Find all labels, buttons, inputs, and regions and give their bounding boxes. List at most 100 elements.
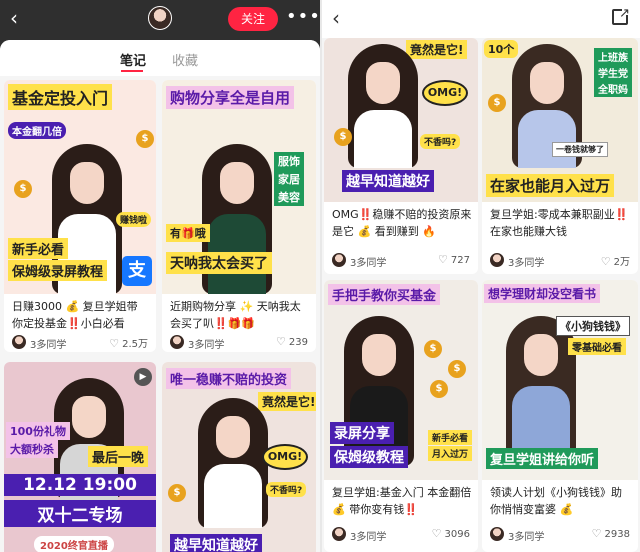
note-meta: 3多同学 ♡ 2万 [490, 252, 630, 269]
thumb-banner: 美容 [274, 188, 304, 206]
coin-icon: $ [424, 340, 442, 358]
author-avatar [170, 335, 184, 349]
author-name: 3多同学 [508, 532, 545, 543]
note-meta: 3多同学 ♡ 3096 [332, 526, 470, 543]
tab-collections[interactable]: 收藏 [172, 50, 198, 69]
thumb-banner: 学生党 [594, 64, 632, 81]
like-value: 3096 [444, 529, 470, 540]
thumb-banner: 有🎁哦 [166, 224, 210, 242]
notes-panel: 笔记 收藏 基金定投入门 本金翻几倍 $ $ 赚钱啦 新手必看 保姆级录屏教程 … [0, 40, 320, 552]
author-name: 3多同学 [188, 340, 225, 351]
note-card[interactable]: ▶ 100份礼物 大额秒杀 最后一晚 12.12 19:00 双十二专场 202… [4, 362, 156, 552]
note-card[interactable]: 唯一稳赚不赔的投资 竟然是它! OMG! $ 不香吗? 越早知道越好 [162, 362, 316, 552]
note-card[interactable]: 10个 上班族 学生党 全职妈 $ 一卷钱就够了 在家也能月入过万 复旦学姐:零… [482, 38, 638, 274]
thumb-banner: 复旦学姐讲给你听 [486, 448, 599, 469]
thumb-banner: 一卷钱就够了 [552, 142, 608, 157]
share-arrow-icon: ↗ [619, 6, 630, 21]
left-screen: ‹ 关注 ••• 笔记 收藏 基金定投入门 本金翻几倍 $ $ 赚钱啦 新手必看… [0, 0, 320, 552]
coin-icon: $ [14, 180, 32, 198]
like-count[interactable]: ♡ 727 [438, 253, 470, 266]
note-title: 近期购物分享 ✨ 天呐我太会买了叭‼️🎁🎁 [170, 300, 301, 330]
author-avatar [490, 527, 504, 541]
thumb-banner: 大额秒杀 [6, 440, 58, 458]
author-avatar [332, 253, 346, 267]
note-title: 领读人计划《小狗钱钱》助你悄悄变富婆 💰 [490, 486, 622, 516]
note-thumbnail: 唯一稳赚不赔的投资 竟然是它! OMG! $ 不香吗? 越早知道越好 [162, 362, 316, 552]
like-value: 2938 [604, 529, 630, 540]
notes-panel: 竟然是它! OMG! $ 不香吗? 越早知道越好 OMG‼️稳赚不赔的投资原来是… [322, 38, 640, 552]
coin-icon: $ [488, 94, 506, 112]
like-count[interactable]: ♡ 239 [276, 335, 308, 348]
omg-badge: OMG! [422, 80, 468, 106]
thumb-banner: 不香吗? [420, 134, 461, 149]
coin-icon: $ [448, 360, 466, 378]
author-name: 3多同学 [350, 258, 387, 269]
thumb-banner: 天呐我太会买了 [166, 252, 272, 274]
heart-icon: ♡ [431, 527, 442, 540]
thumb-banner: 《小狗钱钱》 [556, 316, 630, 336]
thumb-banner: 想学理财却没空看书 [484, 284, 601, 303]
note-title: OMG‼️稳赚不赔的投资原来是它 💰 看到赚到 🔥 [332, 208, 472, 238]
author-avatar [490, 253, 504, 267]
thumb-banner: 保姆级教程 [330, 446, 408, 468]
thumb-banner: 手把手教你买基金 [328, 284, 441, 305]
note-card[interactable]: 竟然是它! OMG! $ 不香吗? 越早知道越好 OMG‼️稳赚不赔的投资原来是… [324, 38, 478, 274]
heart-icon: ♡ [591, 527, 602, 540]
chevron-left-icon[interactable]: ‹ [10, 8, 18, 28]
note-thumbnail: ▶ 100份礼物 大额秒杀 最后一晚 12.12 19:00 双十二专场 202… [4, 362, 156, 552]
chevron-left-icon[interactable]: ‹ [332, 8, 340, 28]
heart-icon: ♡ [109, 337, 120, 350]
like-value: 2万 [613, 257, 630, 268]
follow-button[interactable]: 关注 [228, 7, 278, 31]
thumb-banner: 全职妈 [594, 80, 632, 97]
profile-header: ‹ ↗ [322, 0, 640, 38]
tab-notes[interactable]: 笔记 [120, 50, 146, 69]
thumb-banner: 基金定投入门 [8, 84, 113, 110]
thumb-banner: 不香吗? [266, 482, 307, 497]
thumb-banner: 越早知道越好 [170, 534, 262, 552]
note-thumbnail: 竟然是它! OMG! $ 不香吗? 越早知道越好 [324, 38, 478, 202]
omg-badge: OMG! [262, 444, 308, 470]
author-avatar [12, 335, 26, 349]
thumb-banner: 12.12 19:00 [4, 474, 156, 496]
note-card[interactable]: 购物分享全是自用 服饰 家居 美容 有🎁哦 天呐我太会买了 近期购物分享 ✨ 天… [162, 80, 316, 352]
like-value: 239 [288, 337, 308, 348]
note-title: 日赚3000 💰 复旦学姐带你定投基金‼️小白必看 [12, 300, 138, 330]
heart-icon: ♡ [438, 253, 448, 266]
author-avatar [332, 527, 346, 541]
thumb-banner: 零基础必看 [568, 338, 626, 355]
note-card[interactable]: 想学理财却没空看书 《小狗钱钱》 零基础必看 复旦学姐讲给你听 领读人计划《小狗… [482, 280, 638, 552]
thumb-banner: 上班族 [594, 48, 632, 65]
coin-icon: $ [430, 380, 448, 398]
note-meta: 3多同学 ♡ 239 [170, 334, 308, 351]
like-count[interactable]: ♡ 2938 [592, 527, 630, 540]
thumb-banner: 月入过万 [428, 446, 473, 461]
right-screen: ‹ ↗ 竟然是它! OMG! $ 不香吗? 越早知道越好 OMG‼️稳赚不赔的投… [322, 0, 640, 552]
profile-header: ‹ 关注 ••• [0, 0, 320, 38]
thumb-banner: 赚钱啦 [116, 212, 152, 227]
thumb-banner: 在家也能月入过万 [486, 174, 615, 197]
coin-icon: $ [136, 130, 154, 148]
thumb-banner: 唯一稳赚不赔的投资 [166, 368, 292, 389]
note-card[interactable]: 基金定投入门 本金翻几倍 $ $ 赚钱啦 新手必看 保姆级录屏教程 支 日赚30… [4, 80, 156, 352]
like-count[interactable]: ♡ 3096 [432, 527, 470, 540]
note-thumbnail: 基金定投入门 本金翻几倍 $ $ 赚钱啦 新手必看 保姆级录屏教程 支 [4, 80, 156, 294]
like-count[interactable]: ♡ 2.5万 [109, 335, 148, 350]
thumb-banner: 家居 [274, 170, 304, 188]
note-card[interactable]: 手把手教你买基金 $ $ $ 录屏分享 保姆级教程 新手必看 月入过万 复旦学姐… [324, 280, 478, 552]
note-thumbnail: 10个 上班族 学生党 全职妈 $ 一卷钱就够了 在家也能月入过万 [482, 38, 638, 202]
photo-person [348, 44, 418, 168]
like-count[interactable]: ♡ 2万 [601, 253, 630, 268]
author-name: 3多同学 [30, 340, 67, 351]
thumb-banner: 越早知道越好 [342, 170, 434, 192]
video-play-icon: ▶ [134, 368, 152, 386]
avatar[interactable] [148, 6, 172, 30]
tab-bar: 笔记 收藏 [0, 40, 320, 76]
more-dots-icon[interactable]: ••• [286, 8, 320, 26]
thumb-banner: 100份礼物 [6, 422, 70, 440]
thumb-banner: 新手必看 [8, 238, 69, 259]
like-value: 2.5万 [122, 339, 148, 350]
active-tab-indicator [121, 70, 143, 72]
note-meta: 3多同学 ♡ 2938 [490, 526, 630, 543]
note-meta: 3多同学 ♡ 2.5万 [12, 334, 148, 351]
